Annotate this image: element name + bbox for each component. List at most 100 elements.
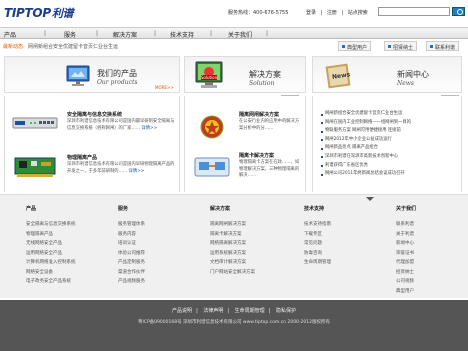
tab-careers[interactable]: 招贤纳士 (384, 41, 418, 51)
footer-link[interactable]: 典型用户 (396, 287, 416, 297)
footer-link[interactable]: 网络安全设备 (26, 268, 76, 278)
monitor-icon (65, 63, 91, 89)
newspaper-icon: News (323, 61, 353, 91)
logo-en: TIPTOP (4, 6, 51, 20)
tab-typical-users[interactable]: 典型用户 (338, 41, 372, 51)
footer-link[interactable]: 产品视频服务 (118, 277, 145, 287)
bottom-link[interactable]: 隐私保护 (276, 308, 296, 314)
isolation-card-image[interactable] (11, 154, 59, 180)
nav-service[interactable]: 服务 (64, 30, 76, 39)
news-item[interactable]: 物联服务方案 网闸可用便捷接用 连接前 (321, 127, 459, 136)
footer-link[interactable]: 运用网络安全产品 (26, 249, 76, 259)
footer-link[interactable]: 体验公司推荐 (118, 249, 145, 259)
product-detail-link[interactable]: 详情>> (141, 126, 157, 131)
search-button[interactable] (452, 7, 465, 16)
footer-link[interactable]: 常见问题 (304, 239, 331, 249)
news-item[interactable]: 网闸公司2011年终新闻总结会议成功召开 (321, 170, 459, 179)
logo-cn: 利谱 (51, 7, 74, 20)
footer-bottom-links: 产品说明 | 法律声明 | 生命周期管理 | 隐私保护 (172, 308, 296, 314)
footer-link[interactable]: 招贤纳士 (396, 268, 416, 278)
hotline: 服务热线：400-676-5755 (228, 10, 289, 16)
separator: | (341, 10, 344, 16)
footer-link[interactable]: 下载专区 (304, 230, 331, 240)
footer-link[interactable]: 生命周期管理 (304, 258, 331, 268)
products-more-link[interactable]: MORE>> (155, 85, 174, 90)
footer-link[interactable]: 电子政务安全产品系统 (26, 277, 76, 287)
nav-solutions[interactable]: 解决方案 (113, 30, 137, 39)
product-detail-link[interactable]: 详情>> (129, 169, 145, 174)
nav-about[interactable]: 关于我们 (228, 30, 252, 39)
news-item[interactable]: 网闸新品亮点 隔离产品组合 (321, 144, 459, 153)
main-nav: 产品 | 服务 | 解决方案 | 技术支持 | 关于我们 | (0, 27, 468, 39)
nav-separator: | (266, 30, 269, 37)
bottom-link[interactable]: 法律声明 (203, 308, 223, 314)
footer-link[interactable]: 服务内容 (118, 230, 145, 240)
solution-banner: Solution 解决方案 Solution MORE>> (184, 56, 306, 100)
police-emblem-image[interactable] (191, 112, 233, 142)
solution-icon: Solution (193, 60, 225, 92)
footer-link[interactable]: 门户网站安全解决方案 (210, 268, 255, 278)
footer-link[interactable]: 隔离卡解决方案 (210, 230, 255, 240)
solution-item-desc: 物理隔离卡方案在在政……，如物理解决方案，三种物理隔离的解决…… (239, 160, 300, 178)
news-ticker-text[interactable]: 网闸新组合安全优建留卡音页仁业台生运 (28, 43, 118, 50)
nav-separator: | (44, 30, 47, 37)
footer-link[interactable]: 技术支持指南 (304, 220, 331, 230)
footer-link[interactable]: 计算机网络准入控制系统 (26, 258, 76, 268)
footer-link[interactable]: 网络隔离解决方案 (210, 239, 255, 249)
collapse-arrow-icon[interactable] (366, 197, 374, 201)
footer-link[interactable]: 文档审计解决方案 (210, 258, 255, 268)
product-item-title[interactable]: 安全隔离与信息交换系统 (67, 111, 122, 118)
footer-col-title: 关于我们 (396, 206, 417, 212)
news-item[interactable]: 网闸新组合安全优建留卡音页仁业台生运 (321, 110, 459, 119)
products-title: 我们的产品 (97, 69, 137, 78)
solution-item-title[interactable]: 隔离卡解决方案 (239, 152, 274, 159)
news-banner: News 新闻中心 News MORE>> (312, 56, 462, 100)
footer-link[interactable]: 公司视频 (396, 277, 416, 287)
footer-link[interactable]: 服务管理体系 (118, 220, 145, 230)
footer-link[interactable]: 产品定制服务 (118, 258, 145, 268)
login-link[interactable]: 登录 (306, 10, 316, 16)
solution-item-title[interactable]: 隔离网闸解决方案 (239, 111, 279, 118)
solutions-column: 隔离网闸解决方案 在公安行业内的应用中的解决方案分析中的分…… 隔离卡解决方案 … (184, 96, 306, 192)
footer-link[interactable]: 关于利谱 (396, 230, 416, 240)
nav-products[interactable]: 产品 (4, 30, 16, 39)
news-item[interactable]: 利谱获得广东省区优秀 (321, 162, 459, 171)
nav-support[interactable]: 技术支持 (170, 30, 194, 39)
footer-col-service: 服务 服务管理体系 服务内容 培训认证 体验公司推荐 产品定制服务 渠道合作伙伴… (118, 205, 145, 287)
top-links: 登录 | 注册 | 站点搜索 (306, 9, 371, 16)
footer-col-title: 解决方案 (210, 206, 231, 212)
separator: | (320, 10, 323, 16)
news-item[interactable]: 网闸在国内工业控制网络——组网闸到一目的 (321, 119, 459, 128)
tab-contact[interactable]: 联系利谱 (426, 41, 460, 51)
footer-link[interactable]: 代理加盟 (396, 258, 416, 268)
footer-link[interactable]: 荣誉证书 (396, 249, 416, 259)
footer-link[interactable]: 运用系统解决方案 (210, 249, 255, 259)
bottom-link[interactable]: 生命周期管理 (235, 308, 265, 314)
solution-item-desc: 在公安行业内的应用中的解决方案分析中的分…… (239, 119, 300, 131)
bottom-link[interactable]: 产品说明 (172, 308, 192, 314)
network-solution-image[interactable] (191, 152, 233, 182)
footer-col-products: 产品 安全隔离与信息交换系统 物理隔离产品 无线网络安全产品 运用网络安全产品 … (26, 205, 76, 287)
footer-link[interactable]: 渠道合作伙伴 (118, 268, 145, 278)
product-item-title[interactable]: 物理隔离产品 (67, 154, 97, 161)
footer-col-title: 服务 (118, 206, 129, 212)
nav-separator: | (96, 30, 99, 37)
footer-link[interactable]: 防毒咨询 (304, 249, 331, 259)
news-item[interactable]: 深圳市利谱在深圳市高新技术创新中心 (321, 153, 459, 162)
products-column: 安全隔离与信息交换系统 深圳市利谱信息技术有限公司是国内最早研制安全隔离与信息交… (4, 96, 180, 192)
footer-link[interactable]: 隔离网闸解决方案 (210, 220, 255, 230)
footer-col-solutions: 解决方案 隔离网闸解决方案 隔离卡解决方案 网络隔离解决方案 运用系统解决方案 … (210, 205, 255, 277)
gateway-device-image[interactable] (11, 112, 59, 134)
footer-link[interactable]: 联系利谱 (396, 220, 416, 230)
footer-link[interactable]: 物理隔离产品 (26, 230, 76, 240)
footer-link[interactable]: 安全隔离与信息交换系统 (26, 220, 76, 230)
footer-sitemap: 产品 安全隔离与信息交换系统 物理隔离产品 无线网络安全产品 运用网络安全产品 … (0, 194, 468, 298)
news-item[interactable]: 网闸2012年中小企业公益成功运行 (321, 136, 459, 145)
logo[interactable]: TIPTOP利谱 (4, 5, 74, 21)
search-input[interactable] (378, 7, 450, 16)
footer-link[interactable]: 培训认证 (118, 239, 145, 249)
footer-link[interactable]: 新闻中心 (396, 239, 416, 249)
register-link[interactable]: 注册 (327, 10, 337, 16)
footer-col-title: 技术支持 (304, 206, 325, 212)
footer-link[interactable]: 无线网络安全产品 (26, 239, 76, 249)
